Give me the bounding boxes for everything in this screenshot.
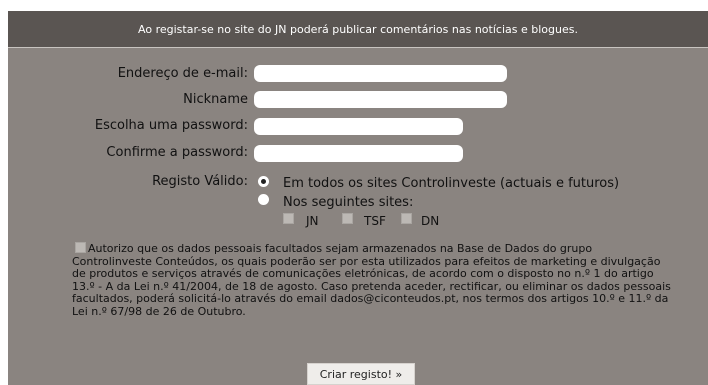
site-dn-label: DN bbox=[421, 214, 440, 228]
radio-all-sites-label: Em todos os sites Controlinveste (actuai… bbox=[283, 176, 620, 191]
email-label: Endereço de e-mail: bbox=[117, 66, 248, 81]
registration-panel: Ao registar-se no site do JN poderá publ… bbox=[8, 11, 708, 385]
password-label: Escolha uma password: bbox=[94, 118, 248, 133]
create-account-button[interactable]: Criar registo! » bbox=[307, 363, 415, 385]
radio-some-sites-label: Nos seguintes sites: bbox=[283, 195, 414, 210]
info-banner: Ao registar-se no site do JN poderá publ… bbox=[8, 11, 708, 48]
registo-label: Registo Válido: bbox=[152, 174, 248, 189]
radio-some-sites[interactable] bbox=[258, 194, 269, 205]
confirm-password-field[interactable] bbox=[254, 145, 463, 162]
nickname-label: Nickname bbox=[183, 92, 248, 107]
site-tsf-label: TSF bbox=[364, 214, 386, 228]
confirm-password-label: Confirme a password: bbox=[106, 145, 248, 160]
site-dn-checkbox[interactable] bbox=[401, 213, 412, 224]
site-tsf-checkbox[interactable] bbox=[342, 213, 353, 224]
consent-text: Autorizo que os dados pessoais facultado… bbox=[72, 242, 671, 318]
site-jn-checkbox[interactable] bbox=[283, 213, 294, 224]
password-field[interactable] bbox=[254, 118, 463, 135]
nickname-field[interactable] bbox=[254, 91, 507, 108]
radio-all-sites[interactable] bbox=[258, 176, 269, 187]
site-jn-label: JN bbox=[306, 214, 319, 228]
email-field[interactable] bbox=[254, 65, 507, 82]
